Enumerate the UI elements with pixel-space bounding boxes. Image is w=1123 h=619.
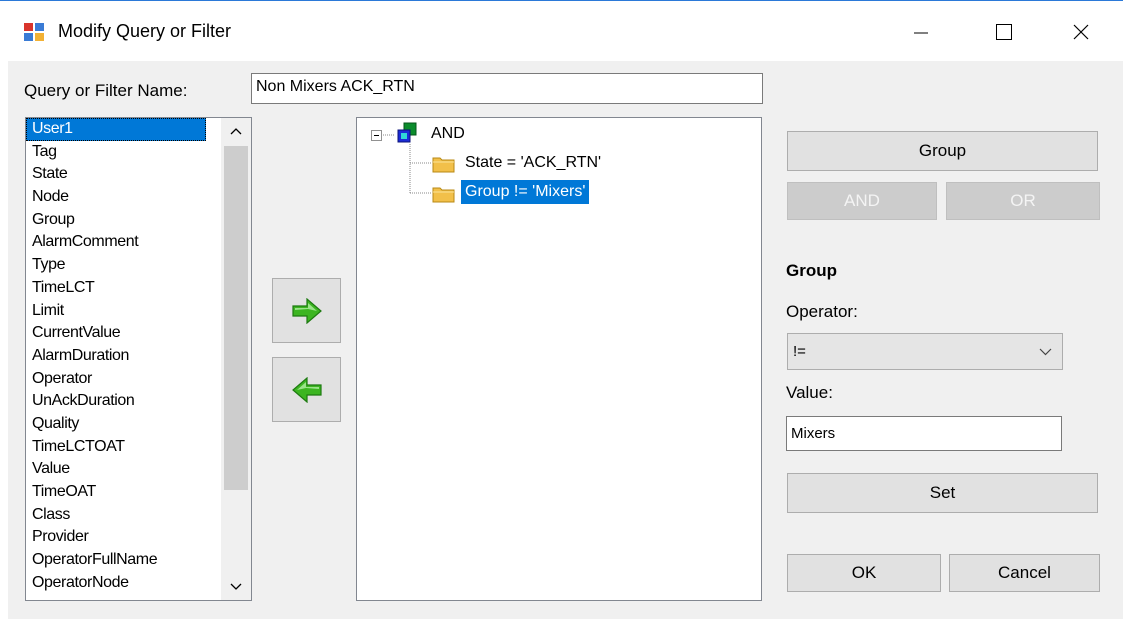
tree-condition-label[interactable]: State = 'ACK_RTN' [465, 154, 601, 172]
operator-label: Operator: [786, 302, 858, 321]
list-item[interactable]: AlarmDuration [26, 345, 251, 368]
list-item[interactable]: Node [26, 186, 251, 209]
arrow-right-icon [291, 297, 322, 324]
scroll-up-button[interactable] [221, 118, 251, 144]
list-item[interactable]: Value [26, 458, 251, 481]
close-button[interactable] [1058, 2, 1104, 62]
value-label: Value: [786, 383, 833, 402]
list-item[interactable]: UnAckDuration [26, 390, 251, 413]
list-item[interactable]: Tag [26, 141, 251, 164]
list-item[interactable]: TimeOAT [26, 481, 251, 504]
list-item[interactable]: OperatorFullName [26, 549, 251, 572]
list-item[interactable]: State [26, 163, 251, 186]
folder-icon [432, 187, 455, 203]
list-item[interactable]: AlarmComment [26, 231, 251, 254]
field-list: User1 Tag State Node Group AlarmComment Type Ti… [26, 118, 251, 594]
maximize-button[interactable] [981, 2, 1027, 62]
list-item[interactable]: Group [26, 209, 251, 232]
list-item[interactable]: User1 [26, 118, 206, 141]
chevron-down-icon [230, 583, 242, 590]
operator-select[interactable]: != [787, 333, 1063, 370]
section-title: Group [786, 261, 837, 280]
add-condition-button[interactable] [272, 278, 341, 343]
field-listbox[interactable]: User1 Tag State Node Group AlarmComment Type Ti… [25, 117, 252, 601]
collapse-icon[interactable] [371, 130, 382, 141]
title-bar[interactable]: Modify Query or Filter [0, 1, 1123, 61]
list-item[interactable]: Class [26, 504, 251, 527]
group-button[interactable]: Group [787, 131, 1098, 171]
window-title: Modify Query or Filter [58, 21, 232, 41]
name-label: Query or Filter Name: [24, 81, 188, 100]
tree-root-label[interactable]: AND [431, 125, 465, 143]
value-input[interactable]: Mixers [786, 416, 1062, 451]
minimize-icon [914, 32, 928, 34]
dialog-window: Modify Query or Filter Query or Filter N… [0, 0, 1123, 619]
set-button[interactable]: Set [787, 473, 1098, 513]
list-item[interactable]: TimeLCT [26, 277, 251, 300]
name-input[interactable]: Non Mixers ACK_RTN [251, 73, 763, 104]
chevron-up-icon [230, 128, 242, 135]
ok-button[interactable]: OK [787, 554, 941, 592]
chevron-down-icon [1039, 348, 1052, 356]
list-item[interactable]: Operator [26, 368, 251, 391]
list-item[interactable]: Quality [26, 413, 251, 436]
folder-icon [432, 157, 455, 173]
remove-condition-button[interactable] [272, 357, 341, 422]
or-button[interactable]: OR [946, 182, 1100, 220]
condition-tree[interactable]: AND State = 'ACK_RTN' Group != 'Mixers' [356, 117, 762, 601]
list-item[interactable]: CurrentValue [26, 322, 251, 345]
list-item[interactable]: TimeLCTOAT [26, 436, 251, 459]
field-list-scrollbar[interactable] [221, 118, 251, 600]
cancel-button[interactable]: Cancel [949, 554, 1100, 592]
minimize-button[interactable] [897, 2, 943, 62]
scroll-thumb[interactable] [224, 146, 248, 490]
list-item[interactable]: Type [26, 254, 251, 277]
list-item[interactable]: Limit [26, 300, 251, 323]
tree-condition-label-selected[interactable]: Group != 'Mixers' [461, 180, 590, 204]
maximize-icon [996, 24, 1012, 40]
operator-value: != [793, 343, 806, 360]
close-icon [1073, 24, 1089, 40]
scroll-down-button[interactable] [221, 574, 251, 600]
app-icon [24, 23, 44, 41]
list-item[interactable]: OperatorNode [26, 572, 251, 595]
logic-node-icon [397, 122, 417, 143]
list-item[interactable]: Provider [26, 526, 251, 549]
and-button[interactable]: AND [787, 182, 937, 220]
arrow-left-icon [291, 376, 322, 403]
